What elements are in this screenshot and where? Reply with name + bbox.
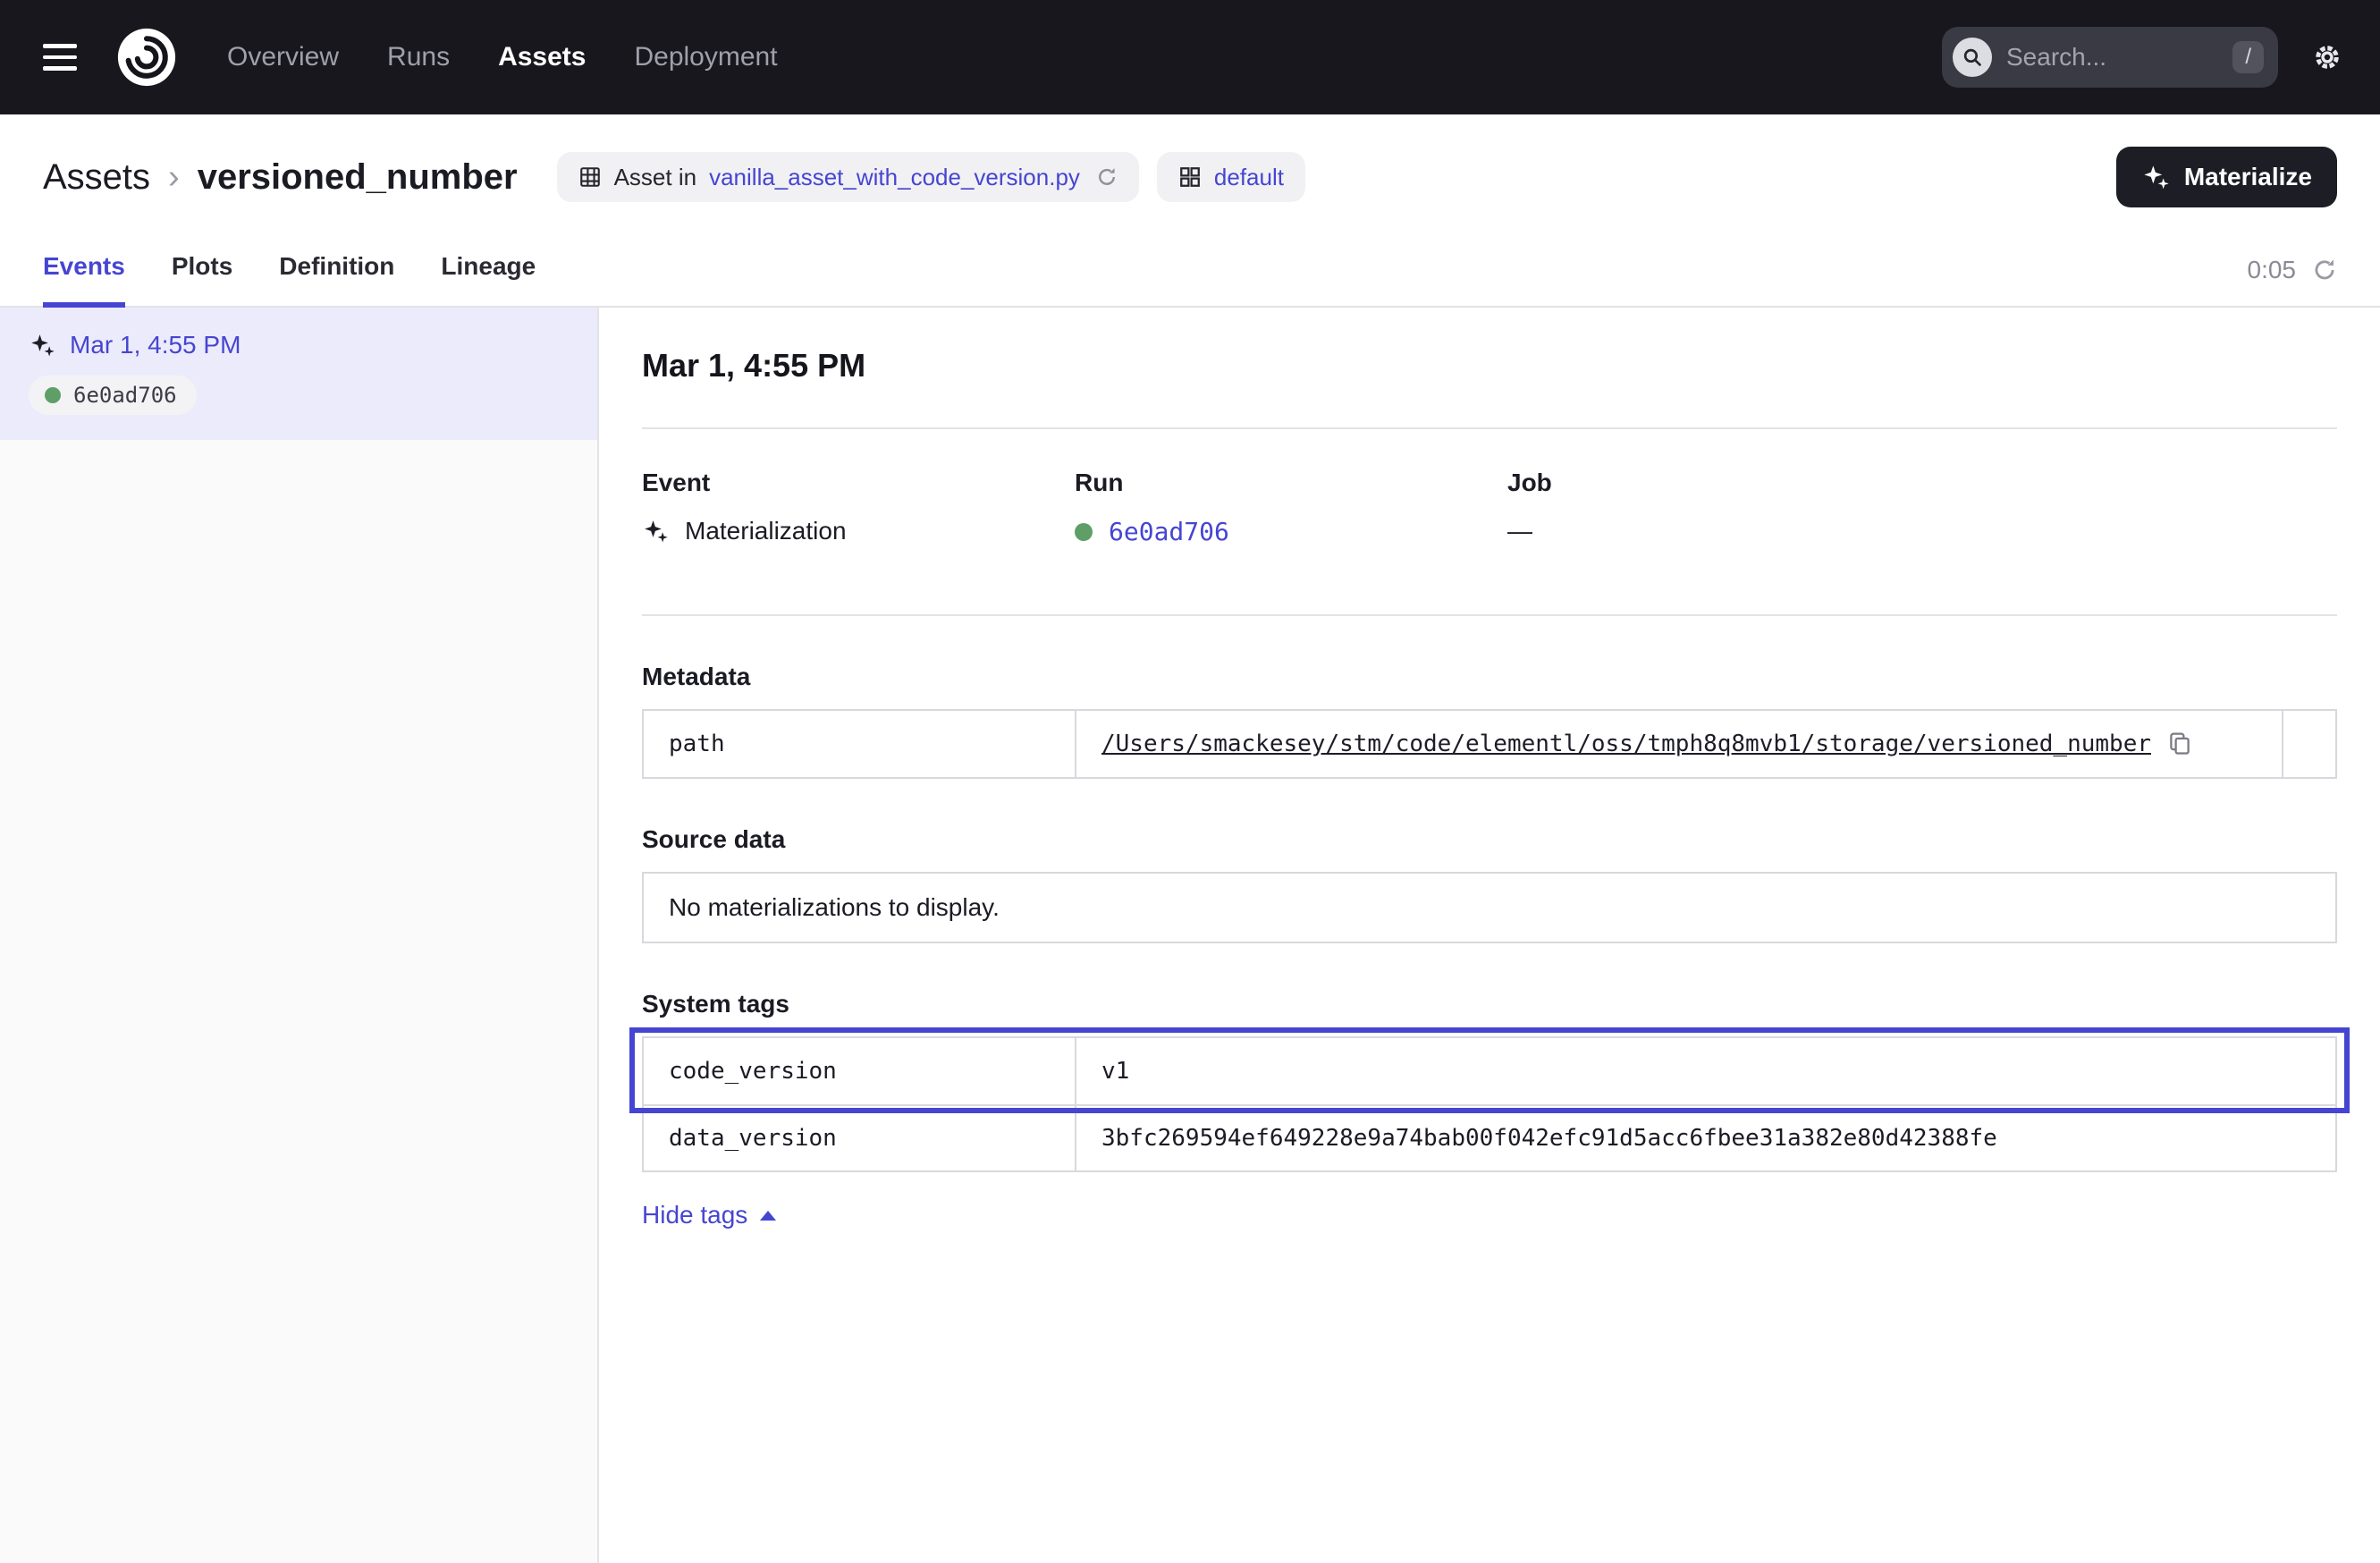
nav-runs[interactable]: Runs <box>387 42 450 72</box>
table-row: path /Users/smackesey/stm/code/elementl/… <box>644 711 2335 777</box>
content-area: Mar 1, 4:55 PM 6e0ad706 Mar 1, 4:55 PM E… <box>0 308 2380 1563</box>
run-status-dot <box>1075 523 1093 541</box>
dagster-logo-icon[interactable] <box>116 27 177 88</box>
sparkle-icon <box>2141 163 2170 191</box>
asset-page-header: Assets › versioned_number Asset in vanil… <box>0 114 2380 225</box>
reload-definition-icon[interactable] <box>1096 166 1118 188</box>
source-data-empty-state: No materializations to display. <box>642 872 2337 943</box>
tag-key: code_version <box>644 1038 1076 1104</box>
job-column-label: Job <box>1507 469 2337 497</box>
nav-assets[interactable]: Assets <box>498 42 586 72</box>
group-chip[interactable]: default <box>1157 152 1305 202</box>
menu-icon[interactable] <box>36 37 84 78</box>
run-id-pill: 6e0ad706 <box>29 376 197 415</box>
source-data-empty-message: No materializations to display. <box>669 893 1000 922</box>
metadata-action-cell <box>2282 711 2335 777</box>
system-tags-table: code_version v1 data_version 3bfc269594e… <box>642 1036 2337 1172</box>
refresh-countdown: 0:05 <box>2248 256 2297 284</box>
source-data-heading: Source data <box>642 825 2337 854</box>
asset-chip-prefix: Asset in <box>614 164 697 191</box>
breadcrumb-assets-link[interactable]: Assets <box>43 157 150 198</box>
event-detail-title: Mar 1, 4:55 PM <box>642 347 2337 384</box>
tag-key: data_version <box>644 1106 1076 1170</box>
metadata-path-link[interactable]: /Users/smackesey/stm/code/elementl/oss/t… <box>1101 731 2151 757</box>
materialization-sparkle-icon <box>642 518 669 545</box>
asset-definition-chip[interactable]: Asset in vanilla_asset_with_code_version… <box>557 152 1139 202</box>
hide-tags-label: Hide tags <box>642 1201 747 1229</box>
copy-icon[interactable] <box>2167 731 2192 756</box>
materialize-button[interactable]: Materialize <box>2116 147 2337 207</box>
nav-deployment[interactable]: Deployment <box>634 42 777 72</box>
refresh-timer: 0:05 <box>2248 256 2338 306</box>
job-column: Job — <box>1507 469 2337 546</box>
table-row-data-version: data_version 3bfc269594ef649228e9a74bab0… <box>644 1104 2335 1170</box>
event-column: Event Materialization <box>642 469 1075 546</box>
metadata-table: path /Users/smackesey/stm/code/elementl/… <box>642 709 2337 779</box>
run-id-link[interactable]: 6e0ad706 <box>1109 517 1229 546</box>
materialization-sparkle-icon <box>29 332 55 359</box>
group-link[interactable]: default <box>1214 164 1284 191</box>
metadata-heading: Metadata <box>642 663 2337 691</box>
tab-events[interactable]: Events <box>43 252 125 306</box>
search-shortcut-badge: / <box>2232 41 2264 73</box>
nav-overview[interactable]: Overview <box>227 42 339 72</box>
tab-plots[interactable]: Plots <box>172 252 232 306</box>
run-id-text: 6e0ad706 <box>73 383 177 408</box>
job-value: — <box>1507 517 1532 545</box>
event-list-sidebar: Mar 1, 4:55 PM 6e0ad706 <box>0 308 599 1563</box>
page-title: versioned_number <box>198 157 518 198</box>
caret-up-icon <box>760 1211 776 1221</box>
tab-lineage[interactable]: Lineage <box>441 252 536 306</box>
asset-file-link[interactable]: vanilla_asset_with_code_version.py <box>709 164 1080 191</box>
search-input[interactable] <box>2006 43 2218 72</box>
run-column-label: Run <box>1075 469 1507 497</box>
tag-value: v1 <box>1076 1038 2335 1104</box>
divider <box>642 614 2337 616</box>
event-detail-panel: Mar 1, 4:55 PM Event Materialization Run <box>599 308 2380 1563</box>
hide-tags-toggle[interactable]: Hide tags <box>642 1201 776 1229</box>
asset-tabs: Events Plots Definition Lineage 0:05 <box>0 225 2380 308</box>
breadcrumb-chevron-icon: › <box>168 158 180 197</box>
table-row-code-version: code_version v1 <box>644 1038 2335 1104</box>
asset-tags: Asset in vanilla_asset_with_code_version… <box>557 152 1305 202</box>
gear-icon[interactable] <box>2310 40 2344 74</box>
run-status-dot <box>45 387 61 403</box>
tag-value: 3bfc269594ef649228e9a74bab00f042efc91d5a… <box>1076 1106 2335 1170</box>
event-summary-columns: Event Materialization Run 6e0ad706 <box>642 429 2337 614</box>
primary-nav: Overview Runs Assets Deployment <box>227 42 778 72</box>
top-navbar: Overview Runs Assets Deployment / <box>0 0 2380 114</box>
run-column: Run 6e0ad706 <box>1075 469 1507 546</box>
breadcrumb: Assets › versioned_number <box>43 157 518 198</box>
tab-definition[interactable]: Definition <box>279 252 394 306</box>
search-icon <box>1953 38 1992 77</box>
asset-grid-icon <box>578 165 602 189</box>
materialize-button-label: Materialize <box>2184 163 2312 191</box>
system-tags-heading: System tags <box>642 990 2337 1018</box>
group-grid-icon <box>1178 165 1202 189</box>
search-box[interactable]: / <box>1942 27 2278 88</box>
metadata-key: path <box>644 711 1076 777</box>
refresh-icon[interactable] <box>2312 258 2337 283</box>
event-list-item-selected[interactable]: Mar 1, 4:55 PM 6e0ad706 <box>0 308 597 440</box>
event-type-value: Materialization <box>685 517 847 545</box>
nav-right-group: / <box>1942 27 2344 88</box>
event-column-label: Event <box>642 469 1075 497</box>
event-timestamp: Mar 1, 4:55 PM <box>70 331 241 359</box>
